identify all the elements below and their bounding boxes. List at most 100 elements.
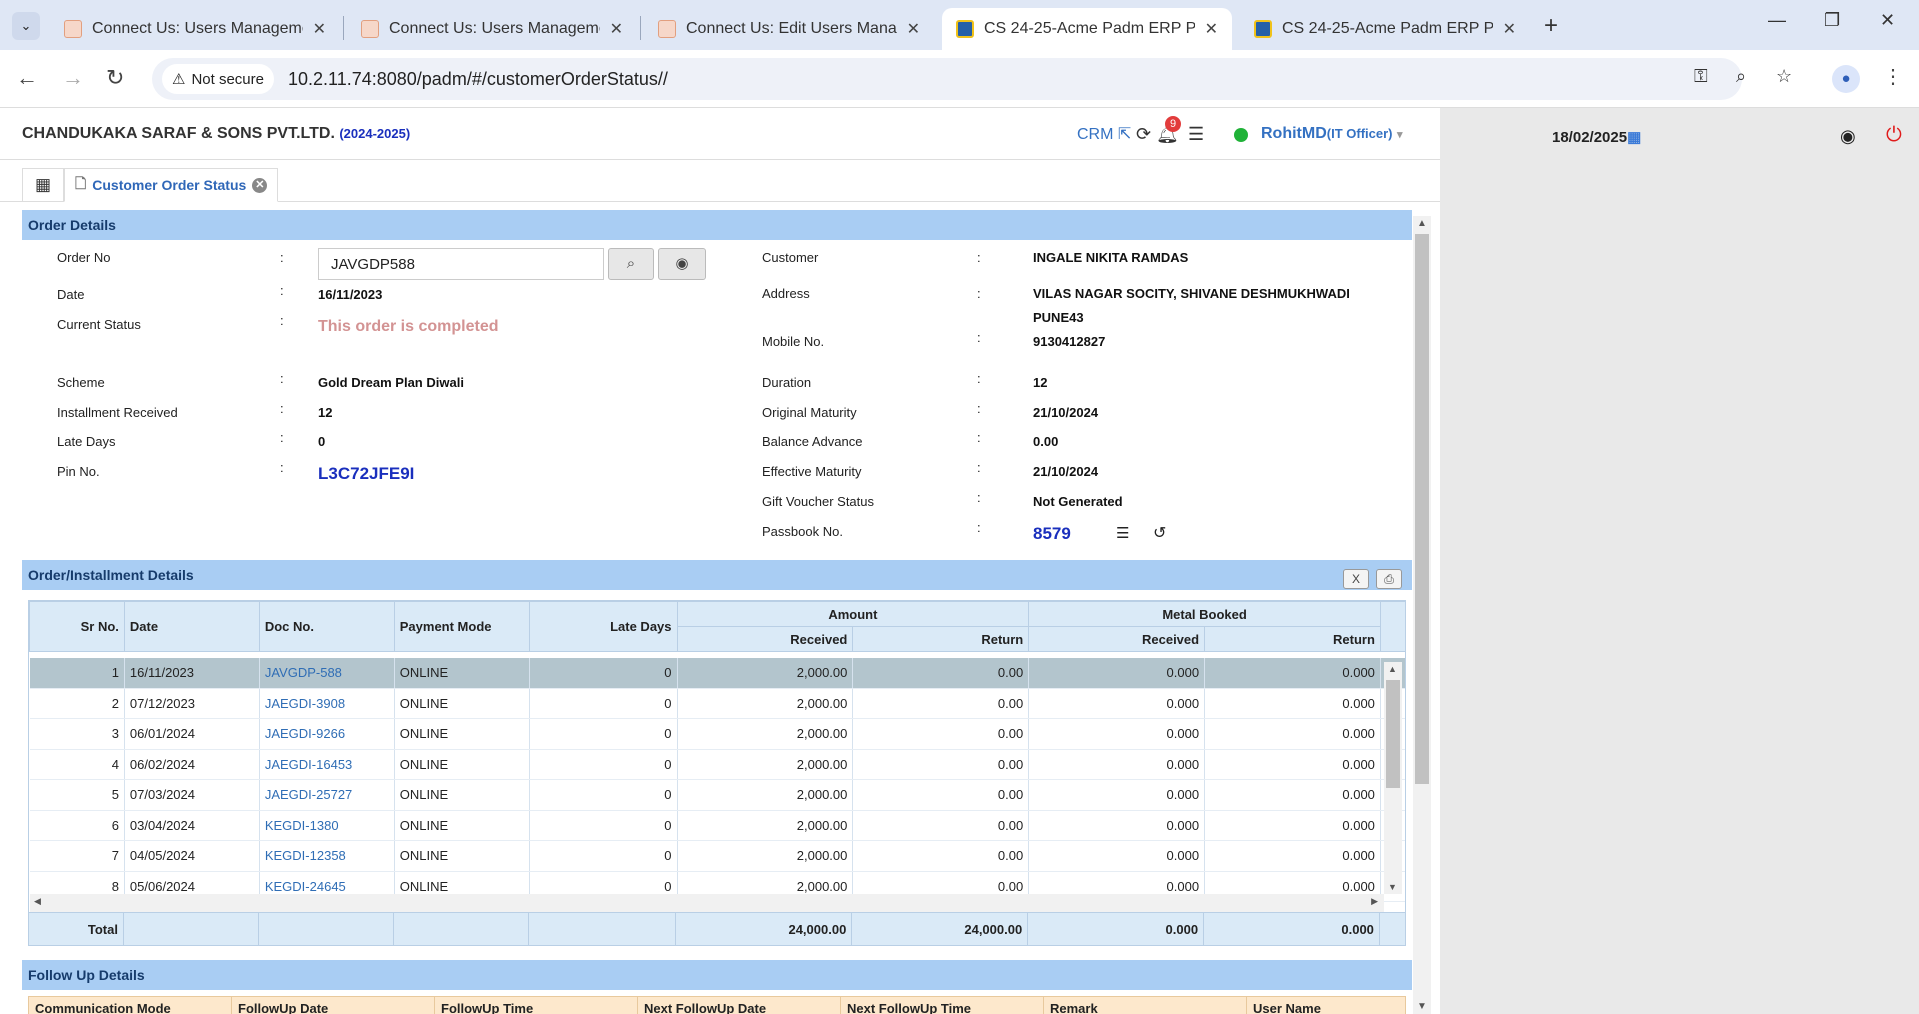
bookmark-star-icon[interactable]: ☆	[1776, 66, 1792, 87]
total-amount-return: 24,000.00	[851, 912, 1029, 946]
passbook-list-icon[interactable]: ☰	[1116, 524, 1129, 542]
list-menu-icon[interactable]: ☰	[1188, 124, 1204, 145]
close-tab-icon[interactable]: ✕	[1503, 19, 1516, 39]
order-details-header: Order Details	[22, 210, 1412, 240]
browser-tab-active[interactable]: CS 24-25-Acme Padm ERP Platform ✕	[942, 8, 1232, 50]
app-grid-icon[interactable]: ▦	[22, 168, 64, 202]
page-tabs: ▦ 🗋 Customer Order Status ✕	[0, 168, 1440, 202]
colon: :	[977, 330, 981, 345]
doc-no-link[interactable]: JAEGDI-9266	[259, 718, 395, 750]
browser-tab[interactable]: Connect Us: Users Management ✕	[50, 8, 340, 50]
tab-customer-order-status[interactable]: 🗋 Customer Order Status ✕	[64, 168, 279, 202]
col-amount-return[interactable]: Return	[852, 626, 1030, 652]
col-communication-mode[interactable]: Communication Mode	[28, 996, 232, 1014]
browser-tab-title: Connect Us: Users Management	[92, 20, 303, 37]
reload-icon[interactable]: ↻	[106, 65, 124, 91]
col-late-days[interactable]: Late Days	[528, 601, 678, 652]
close-tab-icon[interactable]: ✕	[1205, 19, 1218, 39]
col-metal-return[interactable]: Return	[1204, 626, 1381, 652]
col-next-followup-date[interactable]: Next FollowUp Date	[637, 996, 841, 1014]
pdf-export-icon[interactable]: ⎙	[1376, 569, 1402, 589]
browser-tab[interactable]: Connect Us: Edit Users Management ✕	[644, 8, 934, 50]
col-followup-date[interactable]: FollowUp Date	[231, 996, 435, 1014]
site-info-chip[interactable]: ⚠ Not secure	[162, 64, 274, 94]
doc-no-link[interactable]: KEGDI-12358	[259, 840, 395, 872]
current-date: 18/02/2025▦	[1552, 129, 1642, 146]
browser-toolbar: ← → ↻ ⚠ Not secure 10.2.11.74:8080/padm/…	[0, 50, 1919, 108]
col-payment-mode[interactable]: Payment Mode	[393, 601, 530, 652]
scroll-up-icon[interactable]: ▲	[1388, 664, 1397, 674]
calendar-icon[interactable]: ▦	[1627, 129, 1641, 146]
view-button[interactable]: ◉	[658, 248, 706, 280]
hide-eye-icon[interactable]: ◉	[1840, 126, 1856, 147]
doc-no-link[interactable]: JAEGDI-16453	[259, 749, 395, 780]
col-user-name[interactable]: User Name	[1246, 996, 1406, 1014]
colon: :	[977, 401, 981, 416]
table-row[interactable]: 2 07/12/2023 JAEGDI-3908 ONLINE 0 2,000.00…	[29, 688, 1405, 719]
profile-avatar-icon[interactable]: ●	[1832, 65, 1860, 93]
scroll-right-icon[interactable]: ▶	[1371, 896, 1378, 907]
doc-no-link[interactable]: JAVGDP-588	[259, 657, 395, 689]
col-doc-no[interactable]: Doc No.	[258, 601, 395, 652]
col-remark[interactable]: Remark	[1043, 996, 1247, 1014]
browser-tab[interactable]: CS 24-25-Acme Padm ERP Platform ✕	[1240, 8, 1530, 50]
scroll-down-icon[interactable]: ▼	[1388, 882, 1397, 892]
close-tab-icon[interactable]: ✕	[907, 19, 920, 39]
passbook-no-label: Passbook No.	[762, 524, 843, 539]
search-button[interactable]: ⌕	[608, 248, 654, 280]
doc-no-link[interactable]: JAEGDI-25727	[259, 779, 395, 811]
minimize-icon[interactable]: —	[1768, 10, 1786, 31]
new-tab-icon[interactable]: +	[1544, 12, 1558, 40]
col-metal-received[interactable]: Received	[1028, 626, 1206, 652]
installment-received-value: 12	[318, 405, 333, 420]
table-row[interactable]: 1 16/11/2023 JAVGDP-588 ONLINE 0 2,000.00 0…	[29, 657, 1405, 689]
effective-maturity-label: Effective Maturity	[762, 464, 862, 479]
tab-search-chevron-icon[interactable]: ⌄	[12, 12, 40, 40]
col-sr-no[interactable]: Sr No.	[29, 601, 125, 652]
page-vertical-scrollbar[interactable]: ▲ ▼	[1413, 216, 1431, 1014]
security-label: Not secure	[191, 70, 264, 88]
doc-no-link[interactable]: KEGDI-1380	[259, 810, 395, 841]
close-tab-icon[interactable]: ✕	[610, 19, 623, 39]
close-window-icon[interactable]: ✕	[1880, 10, 1895, 31]
order-no-input[interactable]	[318, 248, 604, 280]
zoom-icon[interactable]: ⌕	[1736, 66, 1746, 87]
table-row[interactable]: 4 06/02/2024 JAEGDI-16453 ONLINE 0 2,000.0…	[29, 749, 1405, 780]
browser-menu-icon[interactable]: ⋮	[1883, 64, 1903, 89]
scroll-up-icon[interactable]: ▲	[1417, 218, 1427, 229]
col-followup-time[interactable]: FollowUp Time	[434, 996, 638, 1014]
duration-value: 12	[1033, 375, 1048, 390]
logout-power-icon[interactable]: ⏻	[1886, 124, 1902, 147]
forward-icon[interactable]: →	[62, 65, 84, 91]
colon: :	[280, 460, 284, 475]
col-next-followup-time[interactable]: Next FollowUp Time	[840, 996, 1044, 1014]
close-tab-icon[interactable]: ✕	[252, 177, 268, 193]
main-content: Order Details Order No : ⌕ ◉ Date : 16/1…	[22, 210, 1412, 1014]
scroll-left-icon[interactable]: ◀	[34, 896, 41, 907]
colon: :	[977, 460, 981, 475]
excel-export-icon[interactable]: X	[1343, 569, 1369, 589]
history-icon[interactable]: ↺	[1153, 523, 1166, 543]
scroll-down-icon[interactable]: ▼	[1417, 1001, 1427, 1012]
table-row[interactable]: 6 03/04/2024 KEGDI-1380 ONLINE 0 2,000.00 0…	[29, 810, 1405, 841]
scheme-label: Scheme	[57, 375, 105, 390]
col-amount-received[interactable]: Received	[676, 626, 854, 652]
address-bar[interactable]: ⚠ Not secure 10.2.11.74:8080/padm/#/cust…	[152, 58, 1742, 100]
restore-icon[interactable]: ❐	[1824, 10, 1840, 31]
refresh-icon[interactable]: ⟳	[1136, 124, 1151, 145]
col-date[interactable]: Date	[123, 601, 260, 652]
table-vertical-scrollbar[interactable]: ▲ ▼	[1384, 662, 1402, 894]
url-text: 10.2.11.74:8080/padm/#/customerOrderStat…	[288, 68, 668, 89]
user-menu[interactable]: RohitMD(IT Officer) ▾	[1261, 125, 1402, 143]
password-key-icon[interactable]: ⚿	[1694, 66, 1708, 87]
browser-tab[interactable]: Connect Us: Users Management ✕	[347, 8, 637, 50]
table-row[interactable]: 7 04/05/2024 KEGDI-12358 ONLINE 0 2,000.00…	[29, 840, 1405, 872]
close-tab-icon[interactable]: ✕	[313, 19, 326, 39]
crm-link[interactable]: CRM ⇱	[1077, 124, 1131, 144]
doc-no-link[interactable]: JAEGDI-3908	[259, 688, 395, 719]
table-row[interactable]: 5 07/03/2024 JAEGDI-25727 ONLINE 0 2,000.0…	[29, 779, 1405, 811]
back-icon[interactable]: ←	[16, 65, 38, 91]
table-horizontal-scrollbar[interactable]: ◀ ▶	[30, 894, 1384, 912]
table-row[interactable]: 3 06/01/2024 JAEGDI-9266 ONLINE 0 2,000.00…	[29, 718, 1405, 750]
late-days-label: Late Days	[57, 434, 116, 449]
